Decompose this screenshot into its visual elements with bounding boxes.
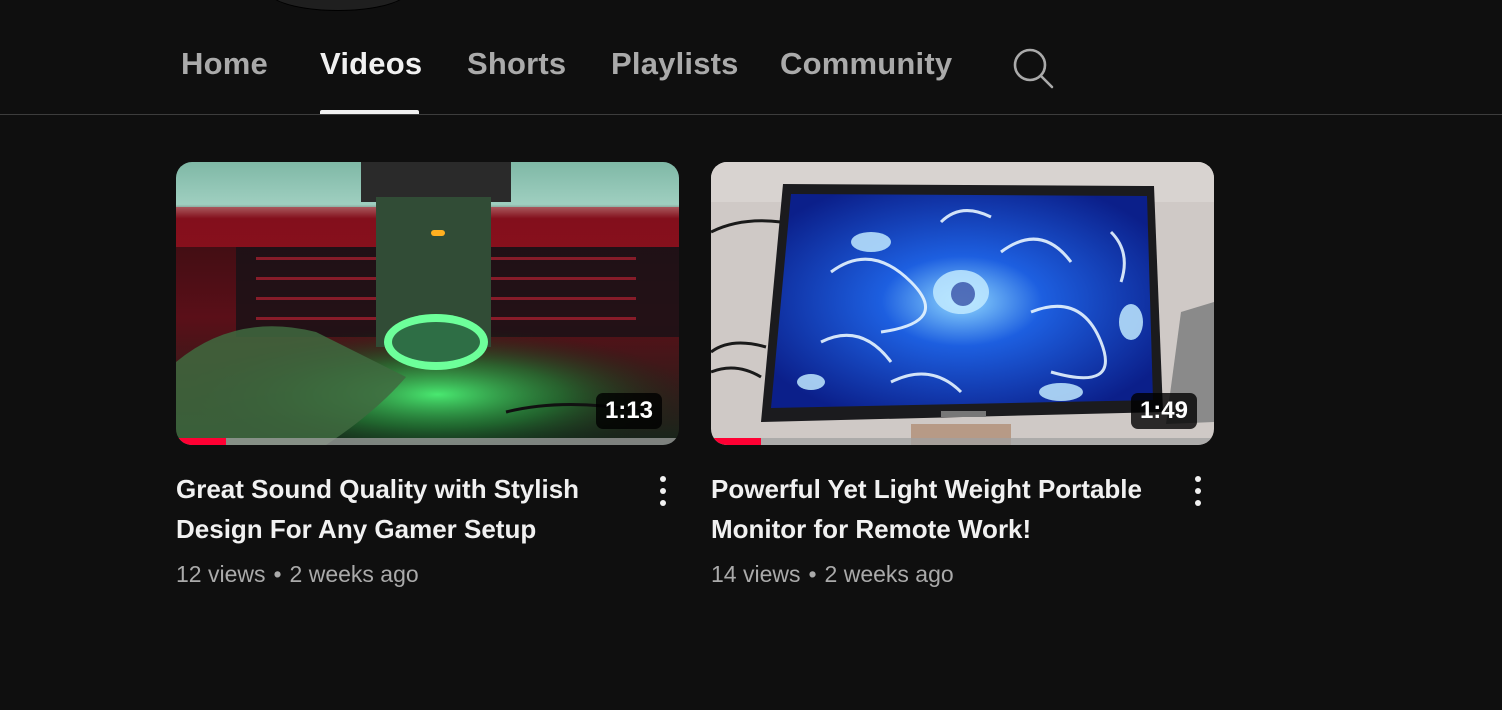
tab-community[interactable]: Community xyxy=(780,46,952,114)
search-button[interactable] xyxy=(1010,45,1056,91)
tab-videos[interactable]: Videos xyxy=(320,46,422,114)
upload-age: 2 weeks ago xyxy=(289,561,419,587)
more-vert-icon xyxy=(1195,476,1201,506)
channel-tabs: Home Videos Shorts Playlists Community xyxy=(0,0,1502,115)
video-title[interactable]: Great Sound Quality with Stylish Design … xyxy=(176,469,616,549)
view-count: 14 views xyxy=(711,561,801,587)
watch-progress-fill xyxy=(176,438,227,445)
tab-playlists[interactable]: Playlists xyxy=(611,46,739,114)
video-duration: 1:49 xyxy=(1130,393,1197,429)
video-details: Great Sound Quality with Stylish Design … xyxy=(176,469,679,588)
channel-page: Home Videos Shorts Playlists Community 1… xyxy=(0,0,1502,710)
video-stats: 12 views • 2 weeks ago xyxy=(176,561,679,588)
video-card: 1:13 Great Sound Quality with Stylish De… xyxy=(176,162,679,588)
video-thumbnail[interactable]: 1:13 xyxy=(176,162,679,445)
view-count: 12 views xyxy=(176,561,266,587)
tab-shorts[interactable]: Shorts xyxy=(467,46,566,114)
meta-separator: • xyxy=(808,561,817,587)
video-stats: 14 views • 2 weeks ago xyxy=(711,561,1214,588)
upload-age: 2 weeks ago xyxy=(824,561,954,587)
search-icon xyxy=(1013,48,1054,89)
video-duration: 1:13 xyxy=(595,393,662,429)
video-menu-button[interactable] xyxy=(1186,473,1210,513)
watch-progress-bar xyxy=(711,438,1214,445)
video-menu-button[interactable] xyxy=(651,473,675,513)
tab-home[interactable]: Home xyxy=(181,46,268,114)
more-vert-icon xyxy=(660,476,666,506)
watch-progress-fill xyxy=(711,438,762,445)
video-title[interactable]: Powerful Yet Light Weight Portable Monit… xyxy=(711,469,1151,549)
meta-separator: • xyxy=(273,561,282,587)
video-thumbnail[interactable]: 1:49 xyxy=(711,162,1214,445)
video-card: 1:49 Powerful Yet Light Weight Portable … xyxy=(711,162,1214,588)
watch-progress-bar xyxy=(176,438,679,445)
video-details: Powerful Yet Light Weight Portable Monit… xyxy=(711,469,1214,588)
